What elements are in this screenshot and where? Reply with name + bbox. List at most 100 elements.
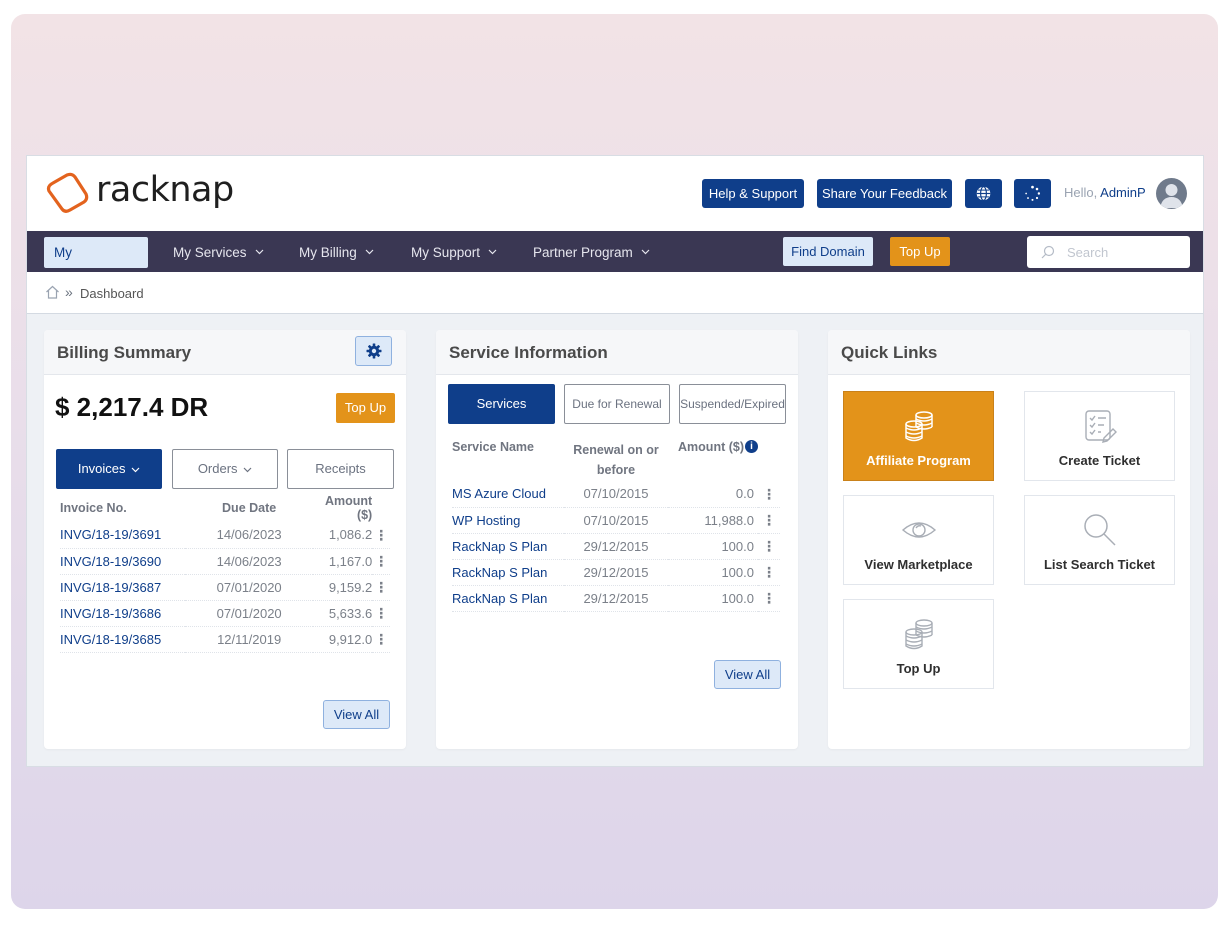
- row-menu-icon[interactable]: ⋮: [372, 548, 390, 575]
- user-greeting: Hello, AdminP: [1064, 185, 1146, 200]
- table-row[interactable]: RackNap S Plan 29/12/2015 100.0 ⋮: [452, 533, 780, 560]
- invoice-number-link[interactable]: INVG/18-19/3685: [60, 626, 186, 653]
- row-menu-icon[interactable]: ⋮: [758, 585, 780, 612]
- globe-icon: [976, 186, 991, 201]
- table-header-row: Invoice No. Due Date Amount ($): [60, 494, 390, 522]
- service-name-link[interactable]: MS Azure Cloud: [452, 481, 564, 508]
- racknap-logo[interactable]: racknap: [44, 170, 234, 214]
- share-feedback-button[interactable]: Share Your Feedback: [817, 179, 952, 208]
- nav-my-billing[interactable]: My Billing: [299, 237, 374, 268]
- chevron-down-icon: [243, 467, 252, 473]
- billing-summary-title: Billing Summary: [57, 343, 192, 362]
- quick-link-label: Affiliate Program: [866, 453, 971, 468]
- invoice-number-link[interactable]: INVG/18-19/3690: [60, 548, 186, 575]
- quick-link-affiliate-program[interactable]: Affiliate Program: [843, 391, 994, 481]
- avatar[interactable]: [1156, 178, 1187, 209]
- row-menu-icon[interactable]: ⋮: [372, 626, 390, 653]
- table-row[interactable]: MS Azure Cloud 07/10/2015 0.0 ⋮: [452, 481, 780, 508]
- service-name-link[interactable]: RackNap S Plan: [452, 585, 564, 612]
- invoice-amount: 1,167.0: [313, 548, 373, 575]
- table-row[interactable]: RackNap S Plan 29/12/2015 100.0 ⋮: [452, 559, 780, 586]
- invoice-due-date: 14/06/2023: [185, 548, 314, 575]
- service-name-link[interactable]: RackNap S Plan: [452, 533, 564, 560]
- service-amount: 0.0: [668, 481, 758, 508]
- table-row[interactable]: INVG/18-19/3686 07/01/2020 5,633.6 ⋮: [60, 600, 390, 627]
- row-menu-icon[interactable]: ⋮: [372, 600, 390, 627]
- tab-services[interactable]: Services: [448, 384, 555, 424]
- col-invoice-no: Invoice No.: [60, 501, 127, 515]
- nav-my-services[interactable]: My Services: [173, 237, 264, 268]
- username-link[interactable]: AdminP: [1100, 185, 1146, 200]
- info-icon[interactable]: i: [745, 440, 758, 453]
- breadcrumb-separator: »: [65, 284, 73, 300]
- table-row[interactable]: INVG/18-19/3685 12/11/2019 9,912.0 ⋮: [60, 626, 390, 653]
- nav-top-up-button[interactable]: Top Up: [890, 237, 950, 266]
- coins-icon: [904, 411, 933, 442]
- quick-link-view-marketplace[interactable]: View Marketplace: [843, 495, 994, 585]
- invoice-number-link[interactable]: INVG/18-19/3691: [60, 522, 186, 549]
- row-menu-icon[interactable]: ⋮: [372, 574, 390, 601]
- tab-invoices[interactable]: Invoices: [56, 449, 162, 489]
- service-amount: 11,988.0: [668, 507, 758, 534]
- service-renewal-date: 29/12/2015: [564, 559, 668, 586]
- row-menu-icon[interactable]: ⋮: [758, 481, 780, 508]
- logo-wordmark: racknap: [96, 170, 234, 210]
- top-header: racknap Help & Support Share Your Feedba…: [27, 156, 1203, 231]
- home-icon[interactable]: [45, 285, 60, 299]
- tab-orders[interactable]: Orders: [172, 449, 278, 489]
- quick-link-list-search-ticket[interactable]: List Search Ticket: [1024, 495, 1175, 585]
- col-service-name: Service Name: [452, 440, 535, 454]
- row-menu-icon[interactable]: ⋮: [372, 522, 390, 549]
- find-domain-button[interactable]: Find Domain: [783, 237, 873, 266]
- nav-my-support[interactable]: My Support: [411, 237, 497, 268]
- tab-due-for-renewal[interactable]: Due for Renewal: [564, 384, 670, 424]
- col-renewal: Renewal on or before: [573, 443, 659, 477]
- col-service-amount-label: Amount ($): [678, 440, 744, 454]
- row-menu-icon[interactable]: ⋮: [758, 507, 780, 534]
- table-row[interactable]: INVG/18-19/3691 14/06/2023 1,086.2 ⋮: [60, 522, 390, 549]
- service-renewal-date: 29/12/2015: [564, 533, 668, 560]
- language-button[interactable]: [965, 179, 1002, 208]
- table-row[interactable]: INVG/18-19/3687 07/01/2020 9,159.2 ⋮: [60, 574, 390, 601]
- invoice-due-date: 14/06/2023: [185, 522, 314, 549]
- help-support-button[interactable]: Help & Support: [702, 179, 804, 208]
- invoice-amount: 9,159.2: [313, 574, 373, 601]
- quick-link-create-ticket[interactable]: Create Ticket: [1024, 391, 1175, 481]
- service-name-link[interactable]: RackNap S Plan: [452, 559, 564, 586]
- tab-orders-label: Orders: [197, 461, 238, 476]
- quick-link-top-up[interactable]: Top Up: [843, 599, 994, 689]
- invoice-number-link[interactable]: INVG/18-19/3687: [60, 574, 186, 601]
- logo-mark-icon: [46, 172, 89, 213]
- chevron-down-icon: [255, 249, 263, 255]
- nav-my-support-label: My Support: [411, 245, 481, 260]
- nav-my-services-label: My Services: [173, 245, 247, 260]
- quick-links-header: Quick Links: [828, 330, 1190, 375]
- gear-icon: [366, 343, 382, 359]
- tab-suspended-expired[interactable]: Suspended/Expired: [679, 384, 786, 424]
- col-service-amount: Amount ($) i: [668, 433, 758, 481]
- invoice-amount: 5,633.6: [313, 600, 373, 627]
- row-menu-icon[interactable]: ⋮: [758, 559, 780, 586]
- invoice-number-link[interactable]: INVG/18-19/3686: [60, 600, 186, 627]
- service-name-link[interactable]: WP Hosting: [452, 507, 564, 534]
- billing-view-all-button[interactable]: View All: [323, 700, 390, 729]
- chevron-down-icon: [365, 249, 374, 255]
- service-information-title: Service Information: [449, 343, 608, 362]
- table-row[interactable]: WP Hosting 07/10/2015 11,988.0 ⋮: [452, 507, 780, 534]
- search-input[interactable]: Search: [1027, 236, 1190, 268]
- service-information-header: Service Information: [436, 330, 798, 375]
- services-view-all-button[interactable]: View All: [714, 660, 781, 689]
- billing-settings-button[interactable]: [355, 336, 392, 366]
- service-amount: 100.0: [668, 585, 758, 612]
- row-menu-icon[interactable]: ⋮: [758, 533, 780, 560]
- nav-my-dashboard[interactable]: My Dashboard: [44, 237, 148, 291]
- billing-top-up-button[interactable]: Top Up: [336, 393, 395, 423]
- quick-link-label: Top Up: [896, 661, 941, 676]
- tab-receipts[interactable]: Receipts: [287, 449, 394, 489]
- activity-button[interactable]: [1014, 179, 1051, 208]
- nav-partner-program[interactable]: Partner Program: [533, 237, 650, 268]
- chevron-down-icon: [131, 467, 140, 473]
- table-row[interactable]: INVG/18-19/3690 14/06/2023 1,167.0 ⋮: [60, 548, 390, 575]
- table-row[interactable]: RackNap S Plan 29/12/2015 100.0 ⋮: [452, 585, 780, 612]
- search-icon: [1041, 245, 1055, 259]
